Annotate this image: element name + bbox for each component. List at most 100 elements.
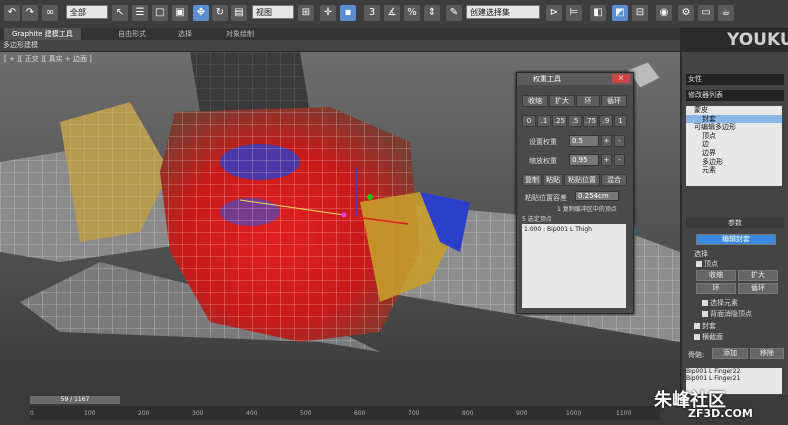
cross-section-label: 横截面 <box>702 333 723 341</box>
list-item[interactable]: Bip001 L Finger21 <box>686 375 782 382</box>
redo-icon[interactable]: ↷ <box>22 5 38 21</box>
loop-button[interactable]: 循环 <box>601 95 627 107</box>
tick-label: 1100 <box>616 410 632 417</box>
subtab-poly-modeling[interactable]: 多边形建模 <box>3 40 38 51</box>
shrink-button[interactable]: 收缩 <box>522 95 548 107</box>
tab-graphite[interactable]: Graphite 建模工具 <box>4 28 81 40</box>
close-icon[interactable]: × <box>612 74 630 83</box>
undo-icon[interactable]: ↶ <box>4 5 20 21</box>
set-weight-minus[interactable]: - <box>614 135 625 147</box>
weight-075-button[interactable]: .75 <box>583 115 598 127</box>
tick-label: 200 <box>138 410 150 417</box>
grow-button-panel[interactable]: 扩大 <box>738 270 778 281</box>
move-icon[interactable]: ✥ <box>193 5 209 21</box>
select-element-checkbox[interactable]: 选择元素 <box>702 298 738 308</box>
named-selection-combo[interactable]: 创建选择集 <box>466 5 540 19</box>
scale-weight-minus[interactable]: - <box>614 154 625 166</box>
stack-item-skin[interactable]: 蒙皮 <box>686 106 782 115</box>
stack-item-envelope[interactable]: 封套 <box>686 114 782 124</box>
ring-button-panel[interactable]: 环 <box>696 283 736 294</box>
modifier-list-combo[interactable]: 修改器列表 <box>686 90 784 101</box>
view-combo[interactable]: 视图 <box>252 5 294 19</box>
weight-0-button[interactable]: 0 <box>522 115 536 127</box>
selected-count: 5 选定顶点 <box>522 216 552 223</box>
angle-snap-icon[interactable]: ∡ <box>384 5 400 21</box>
mirror-icon[interactable]: ⊳ <box>546 5 562 21</box>
weight-01-button[interactable]: .1 <box>537 115 551 127</box>
curve-editor-icon[interactable]: ◩ <box>612 5 628 21</box>
set-weight-label: 设置权重 <box>529 138 557 146</box>
rotate-icon[interactable]: ↻ <box>212 5 228 21</box>
object-name-field[interactable]: 女性 <box>686 74 784 85</box>
schematic-icon[interactable]: ⊟ <box>632 5 648 21</box>
keyboard-shortcut-icon[interactable]: ▪ <box>340 5 356 21</box>
spinner-snap-icon[interactable]: ⇕ <box>424 5 440 21</box>
scale-icon[interactable]: ▤ <box>231 5 247 21</box>
weight-1-button[interactable]: 1 <box>614 115 627 127</box>
bones-label: 骨骼: <box>688 351 705 359</box>
tab-object-paint[interactable]: 对象绘制 <box>226 28 254 40</box>
weight-09-button[interactable]: .9 <box>599 115 613 127</box>
list-item[interactable]: Bip001 L Finger22 <box>686 368 782 375</box>
dialog-titlebar[interactable]: 权重工具 × <box>517 73 633 85</box>
paste-button[interactable]: 粘贴 <box>543 174 563 186</box>
percent-snap-icon[interactable]: % <box>404 5 420 21</box>
scale-weight-field[interactable]: 0.95 <box>569 154 599 166</box>
paste-position-button[interactable]: 粘贴位置 <box>564 174 600 186</box>
select-manipulate-icon[interactable]: ✛ <box>320 5 336 21</box>
track-bar[interactable]: 0 100 200 300 400 500 600 700 800 900 10… <box>30 406 660 420</box>
time-slider[interactable]: 59 / 1167 <box>30 396 120 404</box>
modifier-stack[interactable]: 蒙皮 封套 可编辑多边形 顶点 边 边界 多边形 元素 <box>686 106 782 186</box>
rect-select-icon[interactable]: □ <box>152 5 168 21</box>
window-crossing-icon[interactable]: ▣ <box>172 5 188 21</box>
add-bone-button[interactable]: 添加 <box>712 348 748 359</box>
material-editor-icon[interactable]: ◉ <box>656 5 672 21</box>
params-rollout-title[interactable]: 参数 <box>686 218 784 228</box>
viewport-label[interactable]: [ + ][ 正交 ][ 真实 + 边面 ] <box>4 54 92 64</box>
scale-weight-plus[interactable]: + <box>601 154 612 166</box>
weight-05-button[interactable]: .5 <box>568 115 582 127</box>
weight-025-button[interactable]: .25 <box>552 115 567 127</box>
edit-named-sel-icon[interactable]: ✎ <box>446 5 462 21</box>
weight-list[interactable]: 1.000 : Bip001 L Thigh <box>522 224 626 308</box>
youku-logo: YOUKU <box>727 30 788 50</box>
edit-envelope-button[interactable]: 编辑封套 <box>696 234 776 245</box>
render-frame-icon[interactable]: ▭ <box>698 5 714 21</box>
select-icon[interactable]: ↖ <box>112 5 128 21</box>
backface-cull-checkbox[interactable]: 背面消隐顶点 <box>702 309 752 319</box>
list-item[interactable]: 1.000 : Bip001 L Thigh <box>524 226 624 233</box>
selection-filter-combo[interactable]: 全部 <box>66 5 108 19</box>
remove-bone-button[interactable]: 移除 <box>750 348 784 359</box>
tick-label: 500 <box>300 410 312 417</box>
stack-item-vertex[interactable]: 顶点 <box>686 132 782 141</box>
stack-item-element[interactable]: 元素 <box>686 166 782 175</box>
ribbon-tabs: Graphite 建模工具 自由形式 选择 对象绘制 <box>0 28 680 40</box>
tab-freeform[interactable]: 自由形式 <box>118 28 146 40</box>
select-by-name-icon[interactable]: ☰ <box>132 5 148 21</box>
loop-button-panel[interactable]: 循环 <box>738 283 778 294</box>
align-icon[interactable]: ⊨ <box>566 5 582 21</box>
stack-item-polygon[interactable]: 多边形 <box>686 158 782 167</box>
render-icon[interactable]: ☕ <box>718 5 734 21</box>
paste-tolerance-field[interactable]: 0.254cm <box>575 191 619 201</box>
blend-button[interactable]: 混合 <box>601 174 627 186</box>
ring-button[interactable]: 环 <box>576 95 600 107</box>
grow-button[interactable]: 扩大 <box>549 95 575 107</box>
tab-selection[interactable]: 选择 <box>178 28 192 40</box>
vertices-checkbox[interactable]: 顶点 <box>696 259 718 269</box>
set-weight-plus[interactable]: + <box>601 135 612 147</box>
pivot-icon[interactable]: ⊞ <box>298 5 314 21</box>
set-weight-field[interactable]: 0.5 <box>569 135 599 147</box>
stack-item-edge[interactable]: 边 <box>686 140 782 149</box>
render-setup-icon[interactable]: ⚙ <box>678 5 694 21</box>
snap-icon[interactable]: 3 <box>364 5 380 21</box>
envelope-checkbox[interactable]: 封套 <box>694 321 716 331</box>
layer-icon[interactable]: ◧ <box>590 5 606 21</box>
stack-item-editpoly[interactable]: 可编辑多边形 <box>686 123 782 132</box>
shrink-button-panel[interactable]: 收缩 <box>696 270 736 281</box>
stack-item-border[interactable]: 边界 <box>686 149 782 158</box>
copy-button[interactable]: 复制 <box>522 174 542 186</box>
weight-tool-dialog: 权重工具 × 收缩 扩大 环 循环 0 .1 .25 .5 .75 .9 1 设… <box>516 72 634 314</box>
cross-section-checkbox[interactable]: 横截面 <box>694 332 723 342</box>
link-icon[interactable]: ∞ <box>42 5 58 21</box>
